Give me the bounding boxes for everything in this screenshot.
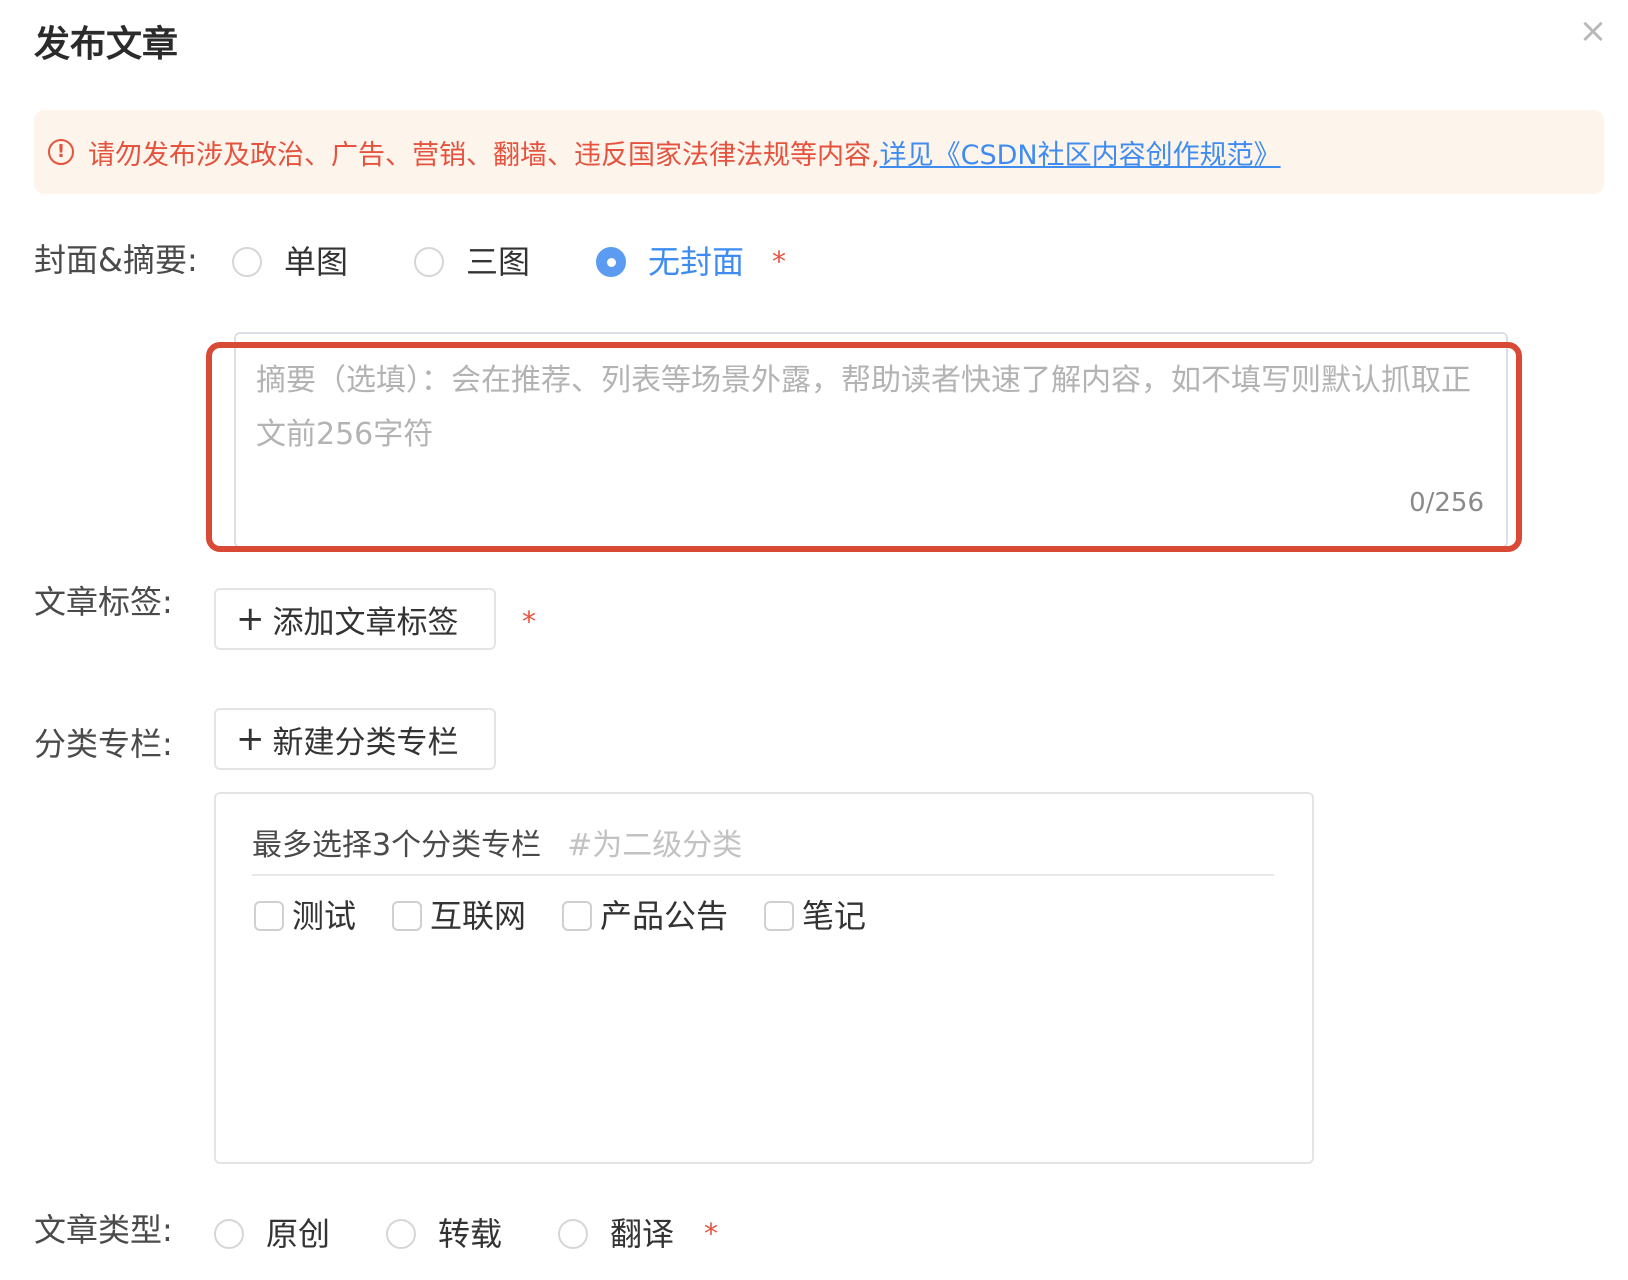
tags-label: 文章标签: — [34, 583, 173, 621]
plus-icon: + — [236, 719, 265, 759]
checkbox-category-notes[interactable]: 笔记 — [764, 894, 866, 938]
radio-circle — [232, 247, 262, 277]
radio-three-images[interactable]: 三图 — [414, 240, 530, 284]
publish-article-dialog: 发布文章 × ! 请勿发布涉及政治、广告、营销、翻墙、违反国家法律法规等内容, 详… — [0, 0, 1628, 1280]
required-mark: * — [704, 1217, 719, 1250]
plus-icon: + — [236, 599, 265, 639]
category-hint-main: 最多选择3个分类专栏 — [252, 828, 542, 863]
dialog-title: 发布文章 — [34, 24, 179, 65]
radio-label: 三图 — [466, 243, 531, 281]
radio-single-image[interactable]: 单图 — [232, 240, 348, 284]
checkbox-label: 笔记 — [802, 897, 867, 935]
radio-circle — [558, 1219, 589, 1249]
add-tag-label: 添加文章标签 — [272, 604, 459, 641]
exclamation-circle-icon: ! — [48, 139, 74, 165]
checkbox-label: 产品公告 — [600, 897, 729, 935]
checkbox-label: 互联网 — [430, 897, 527, 935]
radio-original[interactable]: 原创 — [214, 1212, 330, 1256]
new-category-label: 新建分类专栏 — [272, 724, 459, 761]
checkbox-box — [392, 901, 423, 931]
radio-translation[interactable]: 翻译 — [558, 1212, 674, 1256]
new-category-button[interactable]: + 新建分类专栏 — [214, 708, 496, 770]
radio-circle — [214, 1219, 244, 1249]
add-tag-button[interactable]: + 添加文章标签 — [214, 588, 496, 650]
radio-label: 转载 — [438, 1215, 503, 1253]
radio-label: 翻译 — [610, 1215, 675, 1253]
radio-repost[interactable]: 转载 — [386, 1212, 502, 1256]
summary-placeholder: 摘要（选填）：会在推荐、列表等场景外露，帮助读者快速了解内容，如不填写则默认抓取… — [256, 363, 1471, 452]
category-hint: 最多选择3个分类专栏 #为二级分类 — [252, 810, 1274, 876]
cover-radio-group: 单图 三图 无封面 * — [232, 240, 786, 284]
checkbox-label: 测试 — [292, 897, 357, 935]
article-type-label: 文章类型: — [34, 1211, 173, 1249]
category-label: 分类专栏: — [34, 725, 173, 763]
radio-no-cover[interactable]: 无封面 — [596, 240, 744, 284]
alert-text: 请勿发布涉及政治、广告、营销、翻墙、违反国家法律法规等内容, — [88, 139, 880, 171]
category-checkbox-row: 测试 互联网 产品公告 笔记 — [254, 894, 902, 938]
radio-circle — [414, 247, 445, 277]
summary-char-count: 0/256 — [1409, 488, 1484, 518]
radio-label: 原创 — [266, 1215, 331, 1253]
content-guidelines-link[interactable]: 详见《CSDN社区内容创作规范》 — [880, 133, 1281, 172]
article-type-radio-group: 原创 转载 翻译 * — [214, 1212, 718, 1256]
required-mark: * — [522, 605, 536, 638]
close-icon[interactable]: × — [1576, 14, 1610, 48]
checkbox-category-internet[interactable]: 互联网 — [392, 894, 526, 938]
warning-alert: ! 请勿发布涉及政治、广告、营销、翻墙、违反国家法律法规等内容, 详见《CSDN社… — [34, 110, 1604, 194]
cover-summary-label: 封面&摘要: — [34, 241, 198, 279]
radio-circle — [386, 1219, 417, 1249]
category-selector-panel: 最多选择3个分类专栏 #为二级分类 测试 互联网 产品公告 笔记 — [214, 792, 1314, 1164]
checkbox-box — [562, 901, 593, 931]
radio-label: 无封面 — [648, 243, 745, 281]
checkbox-category-announcement[interactable]: 产品公告 — [562, 894, 728, 938]
required-mark: * — [772, 245, 787, 278]
checkbox-box — [764, 901, 795, 931]
category-hint-sub: #为二级分类 — [567, 828, 743, 863]
radio-circle-checked — [596, 247, 627, 277]
checkbox-category-test[interactable]: 测试 — [254, 894, 356, 938]
checkbox-box — [254, 901, 284, 931]
radio-label: 单图 — [284, 243, 349, 281]
summary-textarea[interactable]: 摘要（选填）：会在推荐、列表等场景外露，帮助读者快速了解内容，如不填写则默认抓取… — [234, 332, 1508, 548]
